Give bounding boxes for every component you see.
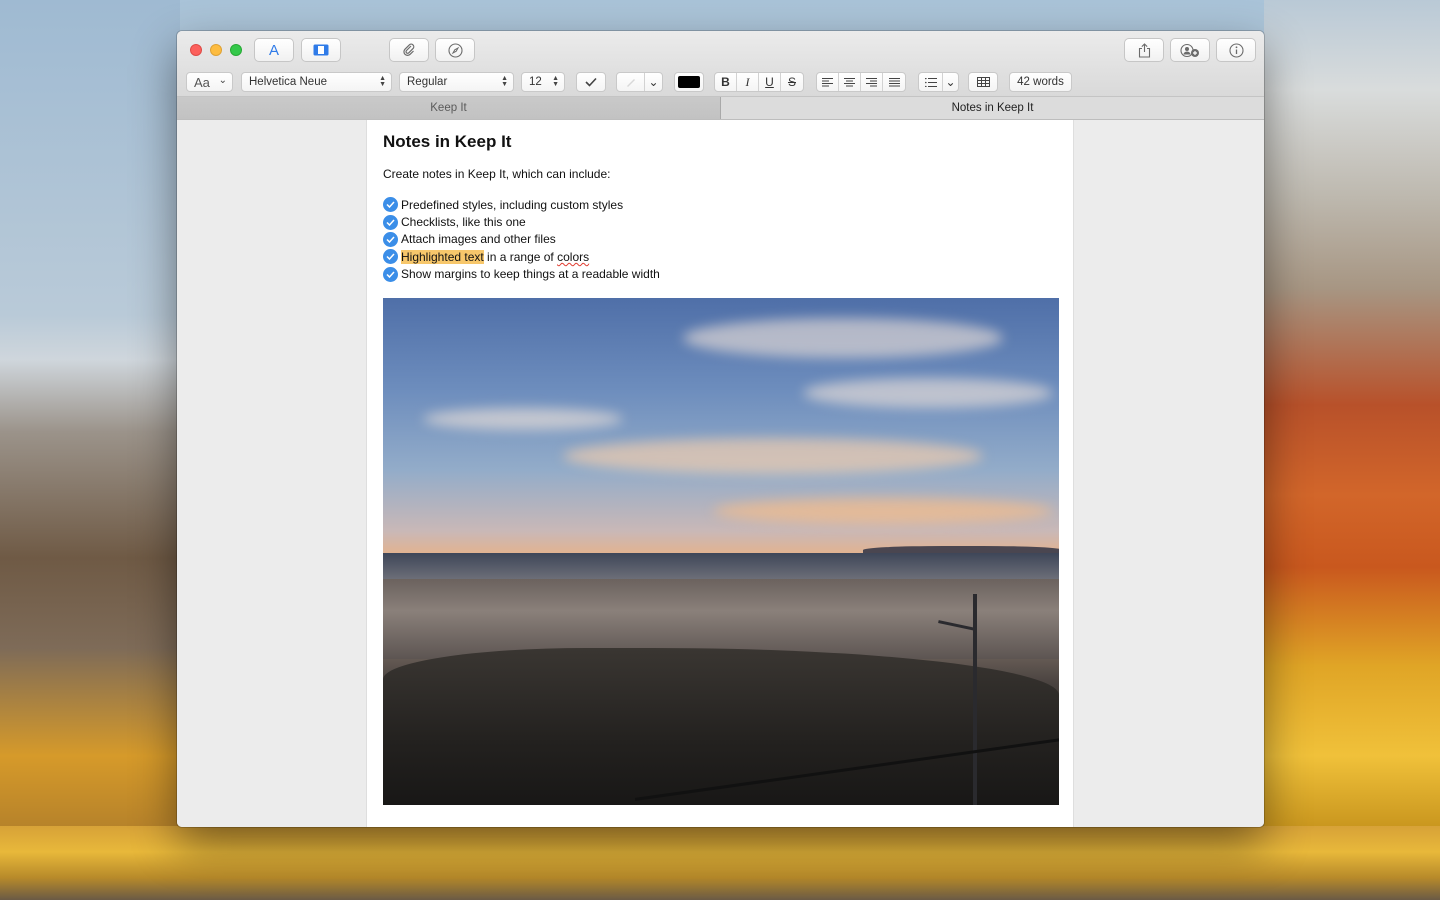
- font-weight-popup[interactable]: Regular ▲ ▼: [399, 72, 514, 92]
- highlighted-text: Highlighted text: [401, 249, 484, 264]
- highlight-color-control[interactable]: ⌄: [616, 72, 663, 92]
- updown-arrows-icon: ▲ ▼: [379, 75, 386, 88]
- misspelled-word: colors: [557, 249, 590, 264]
- font-family-value: Helvetica Neue: [249, 76, 327, 88]
- justify-button[interactable]: [883, 73, 905, 91]
- paperclip-icon: [403, 43, 415, 56]
- alignment-segment: [816, 72, 906, 92]
- desktop-wallpaper-left: [0, 0, 180, 900]
- checklist-item-text: Checklists, like this one: [401, 215, 526, 230]
- checked-checkbox-icon[interactable]: [383, 249, 398, 265]
- sidebar-layout-icon: [313, 44, 329, 56]
- checklist-item-text: Predefined styles, including custom styl…: [401, 197, 624, 212]
- checkmark-icon: [585, 77, 597, 87]
- text-format-icon: A: [268, 41, 279, 59]
- share-icon: [1138, 42, 1150, 58]
- checklist-item-text: Attach images and other files: [401, 232, 556, 247]
- align-right-icon: [866, 77, 877, 86]
- justify-icon: [888, 77, 900, 86]
- add-user-button[interactable]: [1170, 38, 1210, 62]
- list-style-popup[interactable]: ⌄: [918, 72, 959, 92]
- font-size-field[interactable]: 12 ▲ ▼: [521, 72, 565, 92]
- align-left-icon: [822, 77, 833, 86]
- attach-button[interactable]: [389, 38, 429, 62]
- checklist-item: Highlighted text in a range of colors: [383, 248, 660, 265]
- info-icon: [1228, 42, 1244, 58]
- text-style-segment: B I U S: [714, 72, 804, 92]
- italic-button[interactable]: I: [737, 73, 759, 91]
- note-page[interactable]: Notes in Keep It Create notes in Keep It…: [366, 120, 1074, 827]
- editor-area: Notes in Keep It Create notes in Keep It…: [177, 120, 1264, 827]
- checklist-item: Checklists, like this one: [383, 213, 660, 230]
- tab-label: Keep It: [430, 102, 467, 114]
- desktop-wallpaper-right: [1264, 0, 1440, 900]
- paragraph-style-label: Aa: [194, 74, 210, 90]
- word-count-button[interactable]: 42 words: [1009, 72, 1072, 92]
- desktop-wallpaper-bottom: [0, 826, 1440, 900]
- bold-button[interactable]: B: [715, 73, 737, 91]
- close-window-button[interactable]: [190, 44, 202, 56]
- note-intro-text: Create notes in Keep It, which can inclu…: [383, 167, 611, 181]
- checklist-item-text: Show margins to keep things at a readabl…: [401, 267, 660, 282]
- font-size-value: 12: [529, 76, 542, 88]
- zoom-window-button[interactable]: [230, 44, 242, 56]
- chevron-down-icon: ⌄: [945, 75, 956, 89]
- tab-label: Notes in Keep It: [951, 102, 1034, 114]
- text-color-swatch: [678, 76, 700, 88]
- view-toggle-button[interactable]: [301, 38, 341, 62]
- font-weight-value: Regular: [407, 76, 448, 88]
- checklist-item: Show margins to keep things at a readabl…: [383, 266, 660, 283]
- tab-bar: Keep It Notes in Keep It: [177, 97, 1264, 120]
- checklist-item-text: in a range of: [483, 249, 558, 264]
- updown-arrows-icon: ▲ ▼: [501, 75, 508, 88]
- compass-icon: [447, 42, 463, 58]
- keep-it-window: A Aa ⌄ Helvetica Neue ▲ ▼ Regular ▲ ▼ 12…: [177, 31, 1264, 827]
- bullet-list-icon: [919, 73, 943, 91]
- checked-checkbox-icon[interactable]: [383, 266, 398, 282]
- open-link-button[interactable]: [435, 38, 475, 62]
- strikethrough-button[interactable]: S: [781, 73, 803, 91]
- underline-button[interactable]: U: [759, 73, 781, 91]
- tab-keep-it[interactable]: Keep It: [177, 97, 721, 119]
- align-center-button[interactable]: [839, 73, 861, 91]
- align-right-button[interactable]: [861, 73, 883, 91]
- checked-checkbox-icon[interactable]: [383, 214, 398, 230]
- minimize-window-button[interactable]: [210, 44, 222, 56]
- note-title: Notes in Keep It: [383, 132, 512, 151]
- table-icon: [976, 77, 990, 87]
- chevron-down-icon: ⌄: [218, 75, 227, 86]
- share-button[interactable]: [1124, 38, 1164, 62]
- tab-notes-in-keep-it[interactable]: Notes in Keep It: [721, 97, 1264, 119]
- attached-beach-photo[interactable]: [383, 298, 1059, 805]
- checklist-item: Attach images and other files: [383, 231, 660, 248]
- insert-table-button[interactable]: [968, 72, 998, 92]
- checklist: Predefined styles, including custom styl…: [383, 196, 660, 283]
- spellcheck-button[interactable]: [576, 72, 606, 92]
- chevron-down-icon: ⌄: [648, 75, 659, 89]
- highlighter-icon: [617, 73, 645, 91]
- add-person-icon: [1180, 43, 1199, 57]
- align-left-button[interactable]: [817, 73, 839, 91]
- checked-checkbox-icon[interactable]: [383, 231, 398, 247]
- checked-checkbox-icon[interactable]: [383, 197, 398, 213]
- format-toggle-button[interactable]: A: [254, 38, 294, 62]
- info-button[interactable]: [1216, 38, 1256, 62]
- text-color-well[interactable]: [674, 72, 704, 92]
- word-count-label: 42 words: [1017, 76, 1064, 88]
- font-family-popup[interactable]: Helvetica Neue ▲ ▼: [241, 72, 392, 92]
- paragraph-style-popup[interactable]: Aa ⌄: [186, 72, 233, 92]
- checklist-item: Predefined styles, including custom styl…: [383, 196, 660, 213]
- window-toolbar: A Aa ⌄ Helvetica Neue ▲ ▼ Regular ▲ ▼ 12…: [177, 31, 1264, 97]
- updown-arrows-icon: ▲ ▼: [552, 75, 559, 88]
- align-center-icon: [844, 77, 855, 86]
